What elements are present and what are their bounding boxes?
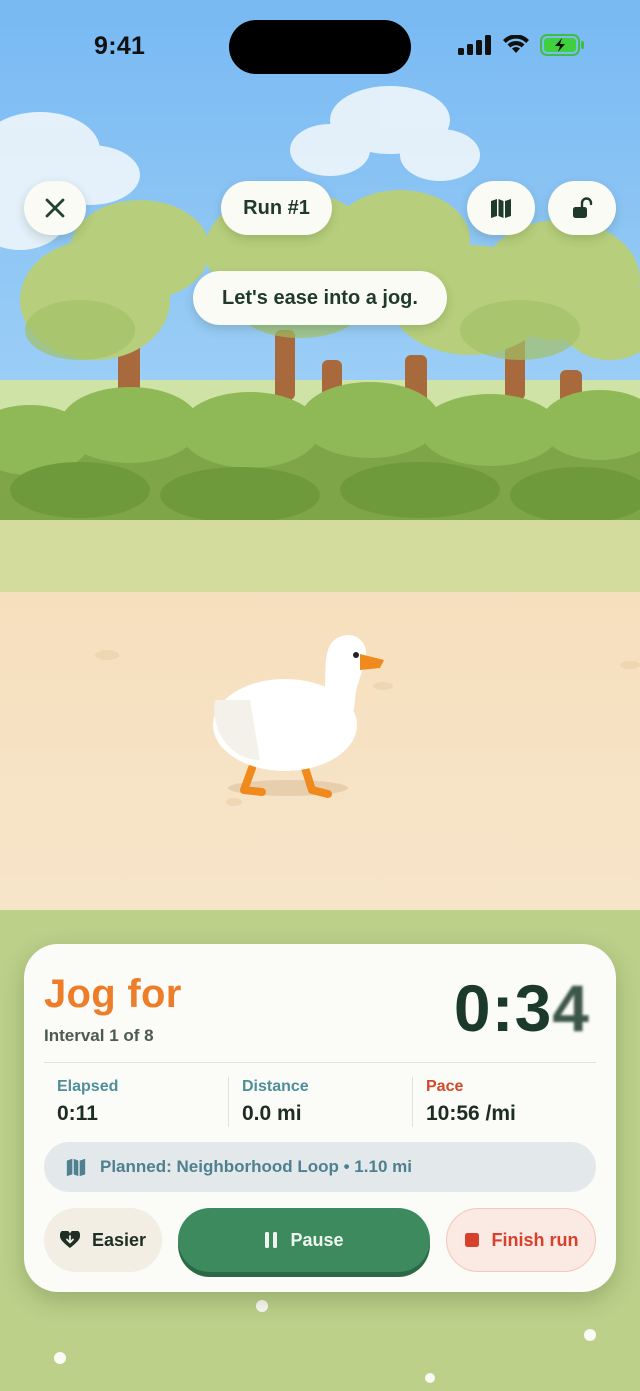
countdown-main: 0:3 [453,971,553,1045]
divider [412,1077,413,1127]
lock-button[interactable] [548,181,616,235]
pause-label: Pause [290,1229,344,1250]
stat-label: Distance [242,1078,309,1095]
unlock-icon [573,197,593,218]
interval-progress: Interval 1 of 8 [44,1026,154,1045]
countdown-digit-animating: 4 [552,971,590,1045]
countdown-timer: 0:34 [454,970,590,1046]
map-button[interactable] [467,181,535,235]
stop-icon [464,1233,479,1247]
map-icon [66,1158,86,1177]
stat-distance: Distance 0.0 mi [242,1078,309,1126]
cellular-signal-icon [458,35,491,55]
dynamic-island [229,20,411,74]
planned-route-bar[interactable]: Planned: Neighborhood Loop • 1.10 mi [44,1142,596,1192]
finish-run-button[interactable]: Finish run [446,1208,596,1272]
status-icons [458,34,586,56]
divider [44,1062,596,1063]
status-bar: 9:41 [0,0,640,96]
map-icon [491,199,511,218]
stat-value: 10:56 /mi [426,1102,516,1125]
phase-title: Jog for [44,972,182,1016]
run-title: Run #1 [221,181,332,235]
easier-label: Easier [91,1229,147,1250]
stat-label: Pace [426,1078,464,1095]
stat-value: 0.0 mi [242,1102,302,1125]
close-icon [45,198,65,218]
heart-down-icon [59,1231,80,1248]
status-time: 9:41 [94,32,146,60]
stat-pace: Pace 10:56 /mi [426,1078,516,1126]
stat-label: Elapsed [57,1078,119,1095]
finish-run-label: Finish run [491,1229,579,1250]
close-button[interactable] [24,181,86,235]
coach-message: Let's ease into a jog. [193,271,447,325]
workout-card: Jog for Interval 1 of 8 0:34 Elapsed 0:1… [24,944,616,1292]
pause-button[interactable]: Pause [178,1208,430,1272]
stat-value: 0:11 [57,1102,98,1125]
battery-charging-icon [540,34,584,56]
stat-elapsed: Elapsed 0:11 [57,1078,118,1126]
planned-route-text: Planned: Neighborhood Loop • 1.10 mi [100,1157,412,1176]
pause-icon [265,1232,278,1248]
wifi-icon [503,35,529,53]
divider [228,1077,229,1127]
easier-button[interactable]: Easier [44,1208,162,1272]
